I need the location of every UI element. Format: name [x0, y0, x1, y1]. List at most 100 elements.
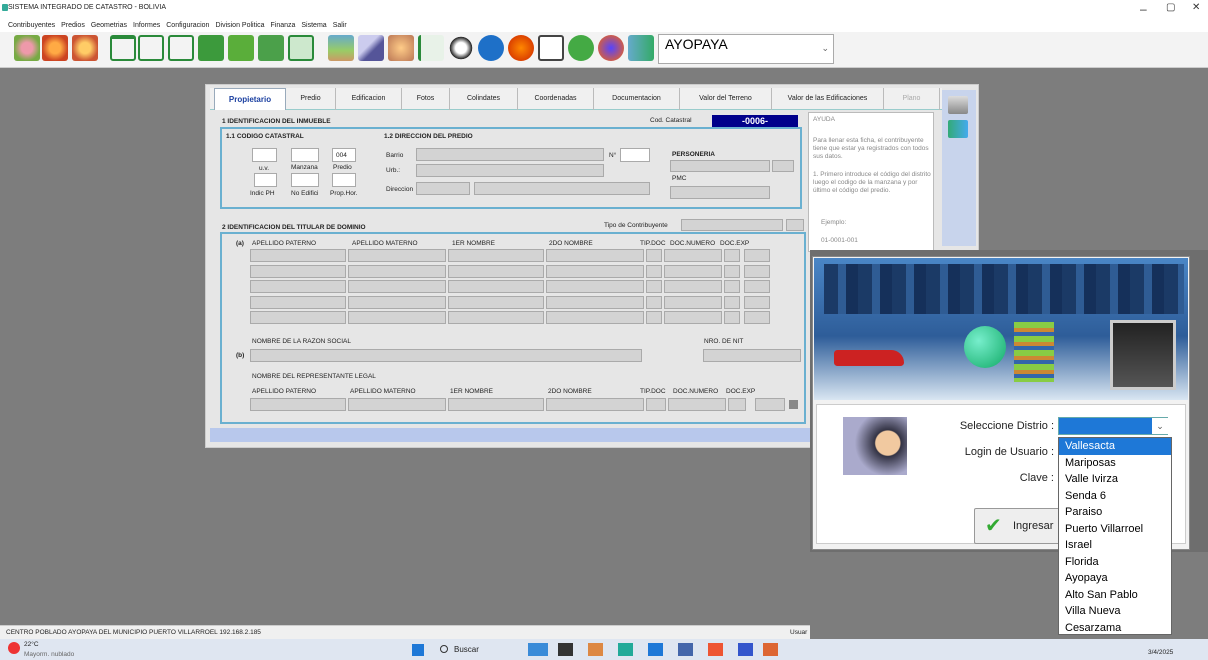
house-outline-icon[interactable] — [138, 35, 164, 61]
titular-cell[interactable] — [664, 280, 722, 293]
no-edifici-field[interactable] — [291, 173, 319, 187]
numero-field[interactable] — [620, 148, 650, 162]
tab-predio[interactable]: Predio — [286, 88, 336, 110]
titular-cell[interactable] — [646, 311, 662, 324]
minimize-button[interactable]: – — [1140, 2, 1147, 16]
menu-informes[interactable]: Informes — [133, 21, 160, 31]
distrito-option[interactable]: Ayopaya — [1059, 570, 1171, 587]
house-green-icon[interactable] — [198, 35, 224, 61]
titular-cell[interactable] — [448, 249, 544, 262]
distrito-option[interactable]: Florida — [1059, 554, 1171, 571]
house-green-4-icon[interactable] — [288, 35, 314, 61]
titular-cell[interactable] — [744, 280, 770, 293]
tab-colindates[interactable]: Colindates — [450, 88, 518, 110]
titular-cell[interactable] — [448, 264, 544, 278]
razon-social-field[interactable] — [250, 349, 642, 362]
menu-salir[interactable]: Salir — [333, 21, 347, 31]
tab-valor-edificaciones[interactable]: Valor de las Edificaciones — [772, 88, 884, 110]
rep-doc-numero-field[interactable] — [668, 398, 726, 411]
titular-cell[interactable] — [744, 264, 770, 278]
prop-hor-field[interactable] — [332, 173, 356, 187]
maximize-button[interactable]: ▢ — [1166, 2, 1175, 13]
tab-plano[interactable]: Plano — [884, 88, 940, 110]
titular-cell[interactable] — [646, 249, 662, 262]
distrito-option[interactable]: Paraiso — [1059, 504, 1171, 521]
titular-cell[interactable] — [448, 295, 544, 309]
rep-apellido-materno-field[interactable] — [348, 398, 446, 411]
distrito-option[interactable]: Israel — [1059, 537, 1171, 554]
titular-cell[interactable] — [348, 311, 446, 324]
roof-icon[interactable] — [110, 35, 136, 61]
distrito-option[interactable]: Cesarzama — [1059, 620, 1171, 637]
distrito-option[interactable]: Puerto Villarroel — [1059, 521, 1171, 538]
titular-cell[interactable] — [348, 249, 446, 262]
area-icon[interactable] — [538, 35, 564, 61]
indic-ph-select[interactable] — [254, 173, 277, 187]
location-combo[interactable]: AYOPAYA ⌄ — [658, 34, 834, 64]
titular-cell[interactable] — [250, 264, 346, 278]
tab-documentacion[interactable]: Documentacion — [594, 88, 680, 110]
house-green-3-icon[interactable] — [258, 35, 284, 61]
nit-field[interactable] — [703, 349, 801, 362]
urb-field[interactable] — [416, 164, 604, 177]
taskbar-apps-icon[interactable] — [528, 643, 778, 656]
search-icon[interactable] — [440, 645, 448, 653]
rep-1er-nombre-field[interactable] — [448, 398, 544, 411]
titular-cell[interactable] — [744, 249, 770, 262]
tab-edificacion[interactable]: Edificacion — [336, 88, 402, 110]
titular-cell[interactable] — [348, 295, 446, 309]
exit-form-icon[interactable] — [948, 120, 968, 138]
distrito-option[interactable]: Valle Ivirza — [1059, 471, 1171, 488]
titular-cell[interactable] — [448, 280, 544, 293]
distrito-option[interactable]: Senda 6 — [1059, 488, 1171, 505]
distrito-option[interactable]: Alto San Pablo — [1059, 587, 1171, 604]
menu-geometrias[interactable]: Geometrias — [91, 21, 127, 31]
menu-division-politica[interactable]: Division Politica — [215, 21, 264, 31]
titular-cell[interactable] — [646, 264, 662, 278]
distrito-option[interactable]: Villa Nueva — [1059, 603, 1171, 620]
titular-cell[interactable] — [348, 280, 446, 293]
titular-cell[interactable] — [250, 295, 346, 309]
chevron-down-icon[interactable]: ⌄ — [821, 43, 829, 54]
pmc-field[interactable] — [670, 186, 770, 199]
qgis-icon[interactable] — [568, 35, 594, 61]
rep-checkbox[interactable] — [789, 400, 798, 409]
titular-cell[interactable] — [724, 249, 740, 262]
personeria-select[interactable] — [670, 160, 770, 172]
menu-sistema[interactable]: Sistema — [301, 21, 326, 31]
rep-2do-nombre-field[interactable] — [546, 398, 644, 411]
route-icon[interactable] — [448, 35, 474, 61]
titular-cell[interactable] — [664, 295, 722, 309]
titular-cell[interactable] — [546, 295, 644, 309]
location-pin-icon[interactable] — [478, 35, 504, 61]
personeria-code[interactable] — [772, 160, 794, 172]
tab-valor-terreno[interactable]: Valor del Terreno — [680, 88, 772, 110]
titular-cell[interactable] — [546, 280, 644, 293]
titular-cell[interactable] — [664, 264, 722, 278]
weather-icon[interactable] — [8, 642, 20, 654]
taskbar-search[interactable]: Buscar — [454, 645, 479, 654]
users-icon[interactable] — [42, 35, 68, 61]
predio-field[interactable]: 004 — [332, 148, 356, 162]
menu-predios[interactable]: Predios — [61, 21, 85, 31]
house-empty-icon[interactable] — [168, 35, 194, 61]
titular-cell[interactable] — [724, 295, 740, 309]
distrito-option[interactable]: Vallesacta — [1059, 438, 1171, 455]
titular-cell[interactable] — [664, 311, 722, 324]
family-icon[interactable] — [388, 35, 414, 61]
rep-doc-exp-field[interactable] — [728, 398, 746, 411]
titular-cell[interactable] — [546, 249, 644, 262]
rep-tip-doc-field[interactable] — [646, 398, 666, 411]
tab-coordenadas[interactable]: Coordenadas — [518, 88, 594, 110]
manzana-field[interactable] — [291, 148, 319, 162]
house-green-2-icon[interactable] — [228, 35, 254, 61]
direccion-field[interactable] — [474, 182, 650, 195]
tipo-contribuyente-select[interactable] — [681, 219, 783, 231]
titular-cell[interactable] — [646, 295, 662, 309]
exit-icon[interactable] — [628, 35, 654, 61]
titular-cell[interactable] — [546, 264, 644, 278]
titular-cell[interactable] — [348, 264, 446, 278]
titular-cell[interactable] — [646, 280, 662, 293]
menu-configuracion[interactable]: Configuracion — [166, 21, 209, 31]
titular-cell[interactable] — [724, 280, 740, 293]
